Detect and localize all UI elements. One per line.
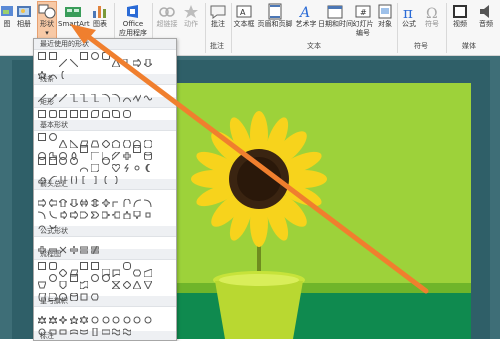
annotation-arrow: [70, 24, 429, 294]
